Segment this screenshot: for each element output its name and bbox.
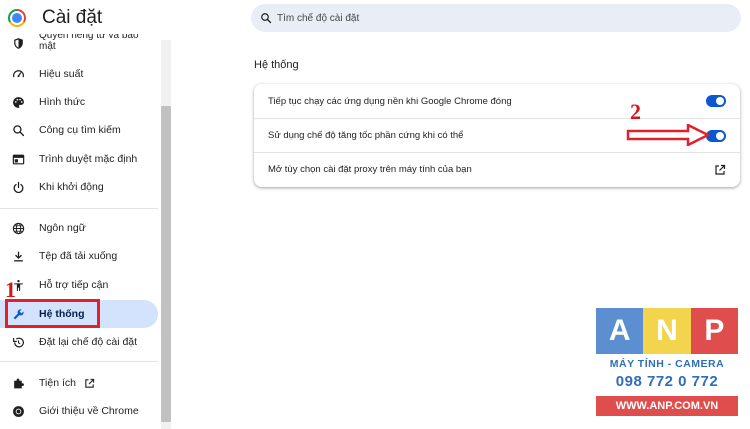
setting-label: Mở tùy chọn cài đặt proxy trên máy tính … — [268, 164, 472, 175]
search-input[interactable] — [277, 12, 717, 24]
sidebar-item-extensions[interactable]: Tiện ích — [0, 369, 158, 397]
setting-label: Sử dụng chế độ tăng tốc phần cứng khi có… — [268, 130, 464, 141]
annotation-highlight-box — [5, 299, 100, 328]
setting-label: Tiếp tục chạy các ứng dụng nền khi Googl… — [268, 95, 512, 107]
chrome-logo-icon — [8, 9, 26, 27]
sidebar-item-appearance[interactable]: Hình thức — [0, 88, 158, 116]
open-in-new-icon — [85, 378, 95, 388]
setting-row-proxy-settings[interactable]: Mở tùy chọn cài đặt proxy trên máy tính … — [254, 152, 740, 186]
search-icon — [261, 13, 272, 24]
sidebar-item-languages[interactable]: Ngôn ngữ — [0, 214, 158, 242]
anp-watermark-logo: A N P MÁY TÍNH - CAMERA 098 772 0 772 WW… — [596, 308, 738, 418]
palette-icon — [11, 95, 25, 109]
annotation-marker-2: 2 — [630, 99, 641, 124]
watermark-phone: 098 772 0 772 — [615, 373, 719, 390]
sidebar-scrollbar[interactable] — [161, 40, 171, 429]
shield-icon — [11, 36, 25, 50]
search-icon — [11, 123, 25, 137]
chrome-icon — [11, 404, 25, 418]
watermark-tagline: MÁY TÍNH - CAMERA — [609, 358, 725, 370]
search-bar[interactable] — [251, 4, 741, 32]
puzzle-icon — [11, 376, 25, 390]
sidebar-item-reset-settings[interactable]: Đặt lại chế độ cài đặt — [0, 328, 158, 356]
sidebar-item-downloads[interactable]: Tệp đã tải xuống — [0, 242, 158, 270]
sidebar-item-about-chrome[interactable]: Giới thiệu về Chrome — [0, 397, 158, 425]
globe-icon — [11, 221, 25, 235]
watermark-url: WWW.ANP.COM.VN — [596, 396, 738, 416]
watermark-letters: A N P — [596, 308, 738, 354]
speedometer-icon — [11, 67, 25, 81]
sidebar-item-search-engine[interactable]: Công cụ tìm kiếm — [0, 116, 158, 144]
watermark-letter: A — [596, 308, 644, 354]
page-title: Cài đặt — [42, 7, 103, 28]
setting-row-background-apps[interactable]: Tiếp tục chạy các ứng dụng nền khi Googl… — [254, 84, 740, 118]
sidebar-item-privacy[interactable]: Quyền riêng tư và bảo mật — [0, 34, 158, 60]
watermark-letter: P — [690, 308, 738, 354]
sidebar-divider — [0, 361, 158, 362]
sidebar-divider — [0, 208, 158, 209]
section-title: Hệ thống — [254, 59, 299, 71]
sidebar-nav: Quyền riêng tư và bảo mật Hiệu suất Hình… — [0, 34, 160, 429]
sidebar-item-default-browser[interactable]: Trình duyệt mặc định — [0, 145, 158, 173]
annotation-marker-1: 1 — [5, 277, 16, 302]
reset-history-icon — [11, 335, 25, 349]
background-apps-toggle[interactable] — [706, 95, 726, 107]
scrollbar-thumb[interactable] — [161, 106, 171, 422]
open-in-new-icon[interactable] — [714, 164, 726, 176]
annotation-arrow-icon — [626, 124, 710, 146]
sidebar-item-performance[interactable]: Hiệu suất — [0, 60, 158, 88]
download-icon — [11, 249, 25, 263]
watermark-letter: N — [643, 308, 691, 354]
sidebar-item-accessibility[interactable]: Hỗ trợ tiếp cận — [0, 271, 158, 299]
browser-window-icon — [11, 152, 25, 166]
sidebar-item-on-startup[interactable]: Khi khởi động — [0, 173, 158, 201]
power-icon — [11, 180, 25, 194]
